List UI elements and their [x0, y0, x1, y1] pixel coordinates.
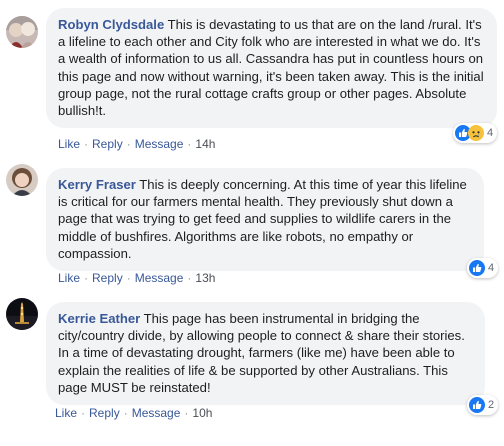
comment-timestamp[interactable]: 13h	[195, 271, 215, 285]
comment-actions: Like · Reply · Message · 13h	[58, 271, 215, 285]
avatar[interactable]	[6, 16, 38, 48]
separator: ·	[123, 406, 128, 420]
sad-icon	[468, 125, 484, 141]
comment-author[interactable]: Kerry Fraser	[58, 177, 136, 192]
like-link[interactable]: Like	[58, 137, 80, 151]
reaction-summary[interactable]: 4	[467, 258, 499, 278]
reply-link[interactable]: Reply	[92, 137, 123, 151]
reaction-count: 4	[487, 127, 494, 139]
comment-bubble: Robyn Clydsdale This is devastating to u…	[46, 8, 497, 129]
like-link[interactable]: Like	[55, 406, 77, 420]
reaction-count: 4	[488, 262, 495, 274]
reaction-summary[interactable]: 4	[453, 123, 498, 143]
avatar[interactable]	[6, 298, 38, 330]
reply-link[interactable]: Reply	[89, 406, 120, 420]
comment-actions: Like · Reply · Message · 14h	[58, 137, 215, 151]
reaction-summary[interactable]: 2	[467, 395, 499, 415]
message-link[interactable]: Message	[132, 406, 181, 420]
comment-bubble: Kerry Fraser This is deeply concerning. …	[46, 168, 484, 272]
avatar[interactable]	[6, 164, 38, 196]
message-link[interactable]: Message	[135, 137, 184, 151]
reaction-count: 2	[488, 399, 495, 411]
comment-author[interactable]: Robyn Clydsdale	[58, 17, 164, 32]
message-link[interactable]: Message	[135, 271, 184, 285]
comment-timestamp[interactable]: 14h	[195, 137, 215, 151]
reply-link[interactable]: Reply	[92, 271, 123, 285]
separator: ·	[84, 137, 89, 151]
comment-actions: Like · Reply · Message · 10h	[55, 406, 212, 420]
separator: ·	[126, 137, 131, 151]
like-link[interactable]: Like	[58, 271, 80, 285]
separator: ·	[126, 271, 131, 285]
comment-text: This is devastating to us that are on th…	[58, 17, 484, 119]
separator: ·	[187, 137, 192, 151]
like-icon	[469, 260, 485, 276]
comment-author[interactable]: Kerrie Eather	[58, 311, 140, 326]
separator: ·	[187, 271, 192, 285]
separator: ·	[84, 271, 89, 285]
separator: ·	[81, 406, 86, 420]
comment-timestamp[interactable]: 10h	[192, 406, 212, 420]
like-icon	[469, 397, 485, 413]
separator: ·	[184, 406, 189, 420]
comment-bubble: Kerrie Eather This page has been instrum…	[46, 302, 485, 406]
